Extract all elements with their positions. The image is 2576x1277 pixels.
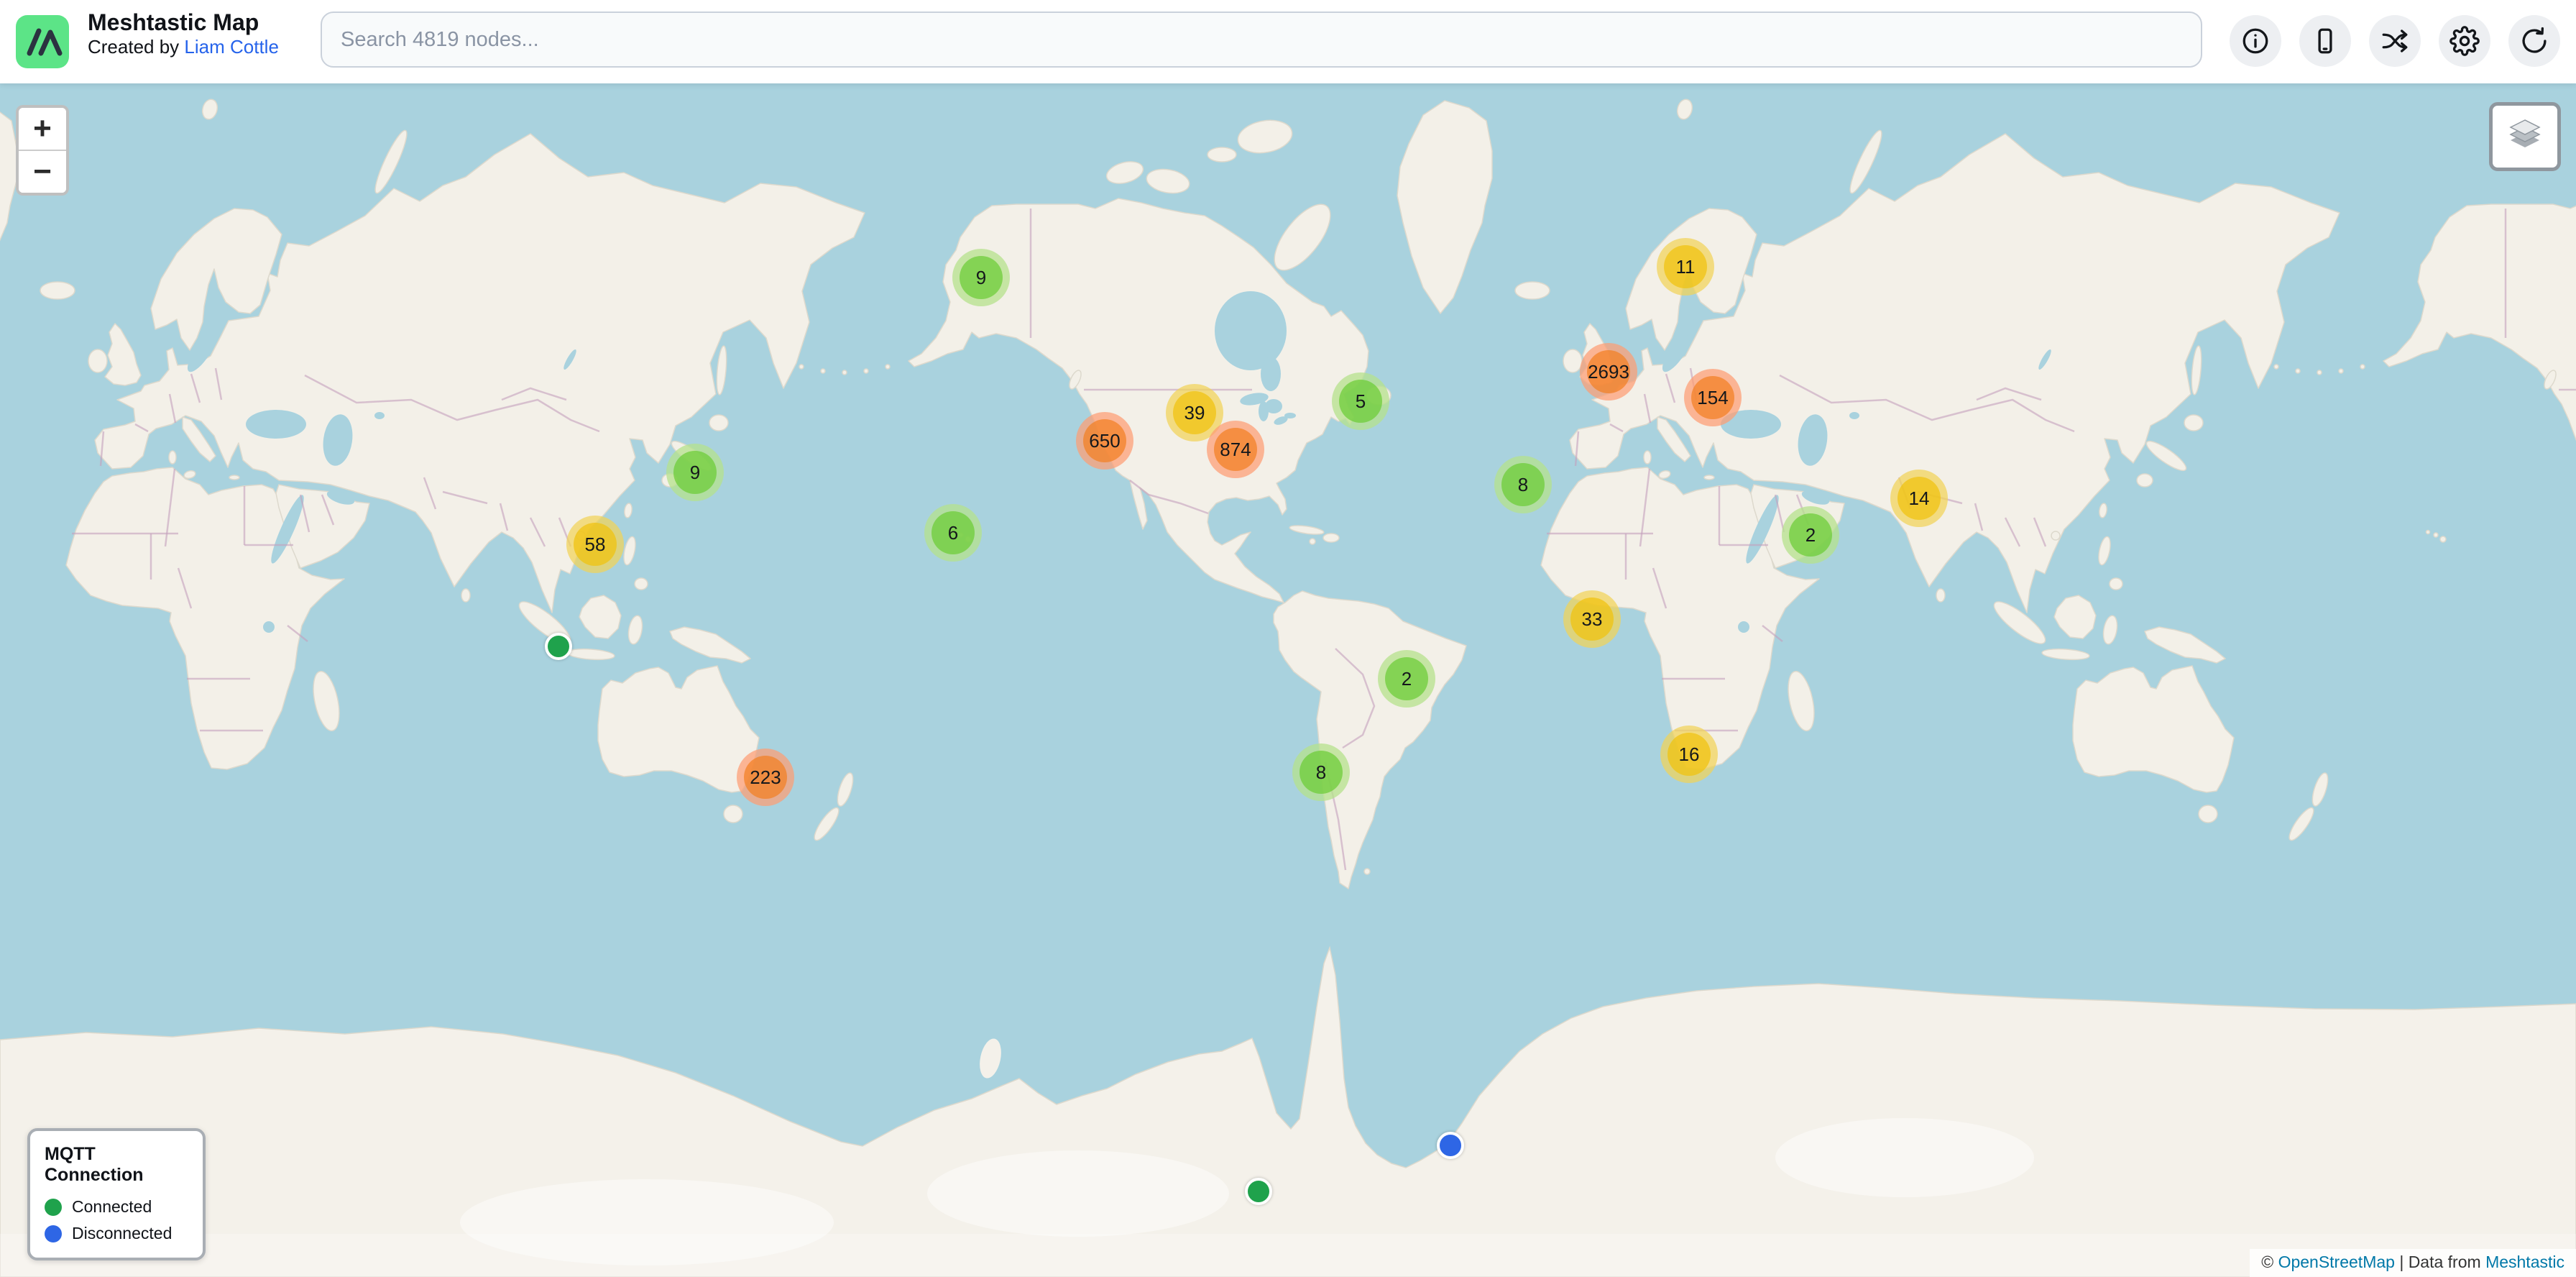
cluster-marker[interactable]: 9 bbox=[666, 444, 724, 501]
smartphone-icon bbox=[2310, 26, 2340, 56]
cluster-marker[interactable]: 14 bbox=[1890, 470, 1948, 527]
shuffle-icon bbox=[2380, 26, 2410, 56]
node-marker-disconnected[interactable] bbox=[1437, 1132, 1464, 1159]
page-title: Meshtastic Map bbox=[88, 9, 279, 36]
meshtastic-logo-icon bbox=[16, 15, 69, 68]
layers-control[interactable] bbox=[2489, 102, 2561, 171]
cluster-marker[interactable]: 874 bbox=[1207, 421, 1264, 478]
map-attribution: © OpenStreetMap | Data from Meshtastic bbox=[2250, 1249, 2576, 1277]
meshtastic-link[interactable]: Meshtastic bbox=[2485, 1253, 2564, 1271]
mqtt-legend: MQTT Connection Connected Disconnected bbox=[27, 1128, 206, 1260]
legend-item-disconnected: Disconnected bbox=[45, 1224, 188, 1243]
author-link[interactable]: Liam Cottle bbox=[184, 36, 279, 58]
cluster-marker[interactable]: 9 bbox=[952, 249, 1010, 306]
device-button[interactable] bbox=[2299, 15, 2351, 67]
cluster-marker[interactable]: 6 bbox=[924, 504, 982, 562]
legend-label: Disconnected bbox=[72, 1224, 172, 1243]
copyright-text: © bbox=[2261, 1253, 2278, 1271]
cluster-marker[interactable]: 154 bbox=[1684, 369, 1742, 426]
cluster-marker[interactable]: 58 bbox=[566, 516, 624, 573]
info-icon bbox=[2240, 26, 2271, 56]
cluster-marker[interactable]: 8 bbox=[1292, 743, 1350, 801]
app-header: Meshtastic Map Created by Liam Cottle bbox=[0, 0, 2576, 83]
layers-icon bbox=[2504, 117, 2546, 156]
cluster-marker[interactable]: 33 bbox=[1563, 590, 1621, 648]
osm-link[interactable]: OpenStreetMap bbox=[2278, 1253, 2395, 1271]
toolbar bbox=[2230, 15, 2560, 67]
cluster-marker[interactable]: 2 bbox=[1782, 506, 1839, 564]
cluster-marker[interactable]: 8 bbox=[1494, 456, 1552, 513]
random-node-button[interactable] bbox=[2369, 15, 2421, 67]
legend-label: Connected bbox=[72, 1197, 152, 1217]
zoom-control: + − bbox=[16, 105, 69, 196]
node-marker-connected[interactable] bbox=[1245, 1178, 1272, 1205]
cluster-marker[interactable]: 650 bbox=[1076, 412, 1133, 470]
cluster-marker[interactable]: 11 bbox=[1657, 238, 1714, 296]
cluster-marker[interactable]: 2 bbox=[1378, 650, 1435, 708]
zoom-out-button[interactable]: − bbox=[19, 150, 66, 193]
cluster-marker[interactable]: 223 bbox=[737, 749, 794, 806]
cluster-marker[interactable]: 16 bbox=[1660, 726, 1718, 783]
refresh-button[interactable] bbox=[2508, 15, 2560, 67]
cluster-marker[interactable]: 5 bbox=[1332, 372, 1389, 430]
gear-icon bbox=[2450, 26, 2480, 56]
search-input[interactable] bbox=[321, 12, 2202, 68]
map-tiles bbox=[0, 83, 2576, 1277]
legend-dot-icon bbox=[45, 1225, 62, 1242]
node-marker-connected[interactable] bbox=[545, 633, 572, 660]
zoom-in-button[interactable]: + bbox=[19, 108, 66, 150]
world-map[interactable]: + − 911269315439650874581429586332168223… bbox=[0, 83, 2576, 1277]
settings-button[interactable] bbox=[2439, 15, 2490, 67]
page-subtitle: Created by Liam Cottle bbox=[88, 36, 279, 58]
refresh-icon bbox=[2519, 26, 2549, 56]
info-button[interactable] bbox=[2230, 15, 2281, 67]
legend-title: MQTT Connection bbox=[45, 1144, 188, 1186]
brand-block: Meshtastic Map Created by Liam Cottle bbox=[88, 9, 279, 58]
cluster-marker[interactable]: 2693 bbox=[1580, 343, 1637, 401]
legend-dot-icon bbox=[45, 1199, 62, 1216]
subtitle-prefix: Created by bbox=[88, 36, 184, 58]
attribution-separator: | Data from bbox=[2395, 1253, 2485, 1271]
legend-item-connected: Connected bbox=[45, 1197, 188, 1217]
meshtastic-map-app: + − 911269315439650874581429586332168223… bbox=[0, 0, 2576, 1277]
